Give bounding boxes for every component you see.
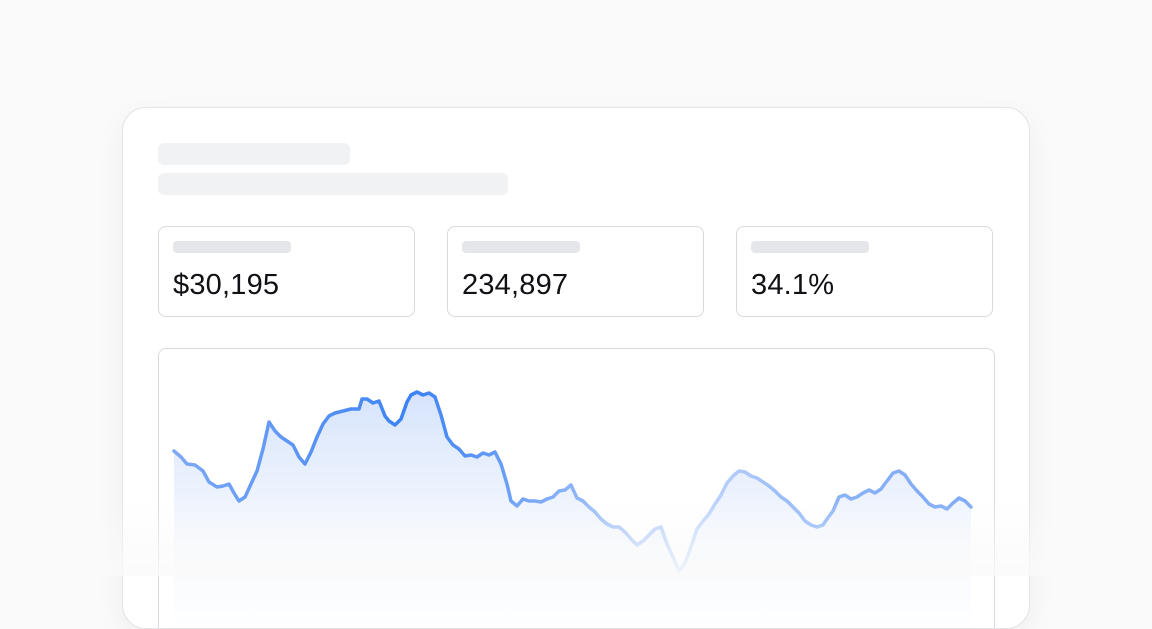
chart-panel: [158, 348, 995, 628]
stat-value: 34.1%: [751, 269, 835, 301]
stat-label-skeleton: [462, 241, 580, 253]
stat-card-revenue: $30,195: [158, 226, 415, 317]
stat-value: 234,897: [462, 269, 569, 301]
dashboard-card: $30,195 234,897 34.1%: [122, 107, 1030, 629]
area-chart: [172, 390, 973, 628]
stat-label-skeleton: [751, 241, 869, 253]
stat-label-skeleton: [173, 241, 291, 253]
stat-card-rate: 34.1%: [736, 226, 993, 317]
stat-card-count: 234,897: [447, 226, 704, 317]
title-skeleton: [158, 143, 350, 165]
chart-area-fill: [174, 392, 971, 628]
stat-value: $30,195: [173, 269, 280, 301]
subtitle-skeleton: [158, 173, 508, 195]
